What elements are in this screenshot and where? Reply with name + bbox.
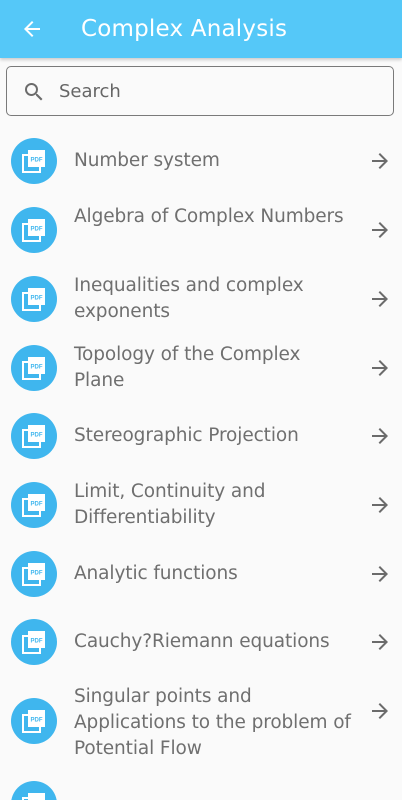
search-input[interactable]	[59, 75, 379, 107]
list-item[interactable]: PDF Algebra of Complex Numbers	[0, 195, 402, 264]
page-title: Complex Analysis	[81, 16, 288, 42]
pdf-file-icon: PDF	[11, 276, 57, 322]
arrow-left-icon	[24, 21, 40, 37]
arrow-right-icon	[372, 497, 388, 513]
arrow-right-icon	[372, 291, 388, 307]
list-item[interactable]: PDF Inequalities and complex exponents	[0, 264, 402, 333]
svg-text:PDF: PDF	[31, 718, 43, 724]
pdf-file-icon: PDF	[11, 482, 57, 528]
list-item-label: Topology of the Complex Plane	[74, 344, 301, 391]
arrow-right-icon	[372, 566, 388, 582]
list-item-label: Limit, Continuity and Differentiability	[74, 481, 266, 528]
arrow-right-icon	[372, 222, 388, 238]
list-item[interactable]: PDF Number system	[0, 127, 402, 195]
svg-text:PDF: PDF	[31, 158, 43, 164]
arrow-right-icon	[372, 703, 388, 719]
pdf-file-icon: PDF	[11, 345, 57, 391]
arrow-right-icon	[372, 428, 388, 444]
svg-text:PDF: PDF	[31, 296, 43, 302]
back-button[interactable]	[14, 11, 50, 47]
svg-text:PDF: PDF	[31, 365, 43, 371]
arrow-right-icon	[372, 360, 388, 376]
svg-text:PDF: PDF	[31, 433, 43, 439]
list-item-label: Algebra of Complex Numbers	[74, 206, 344, 227]
list-item-label: Cauchy?Riemann equations	[74, 631, 330, 652]
list-item-label: Singular points and Applications to the …	[74, 686, 351, 759]
pdf-file-icon: PDF	[11, 413, 57, 459]
list-item-label: Stereographic Projection	[74, 425, 299, 446]
pdf-file-icon: PDF	[11, 138, 57, 184]
arrow-right-icon	[372, 153, 388, 169]
app-bar: Complex Analysis	[0, 0, 402, 58]
pdf-file-icon: PDF	[11, 781, 57, 800]
list-item[interactable]: PDF Stereographic Projection	[0, 402, 402, 470]
list-item[interactable]: PDF Topology of the Complex Plane	[0, 333, 402, 402]
list-item[interactable]: PDF Cauchy?Riemann equations	[0, 608, 402, 676]
list-item[interactable]: PDF Singular points and Applications to …	[0, 676, 402, 772]
pdf-file-icon: PDF	[11, 698, 57, 744]
list-item[interactable]: PDF Limit, Continuity and Differentiabil…	[0, 470, 402, 540]
search-box[interactable]	[6, 66, 394, 116]
list-item[interactable]: PDF	[0, 772, 402, 800]
list-item[interactable]: PDF Analytic functions	[0, 540, 402, 608]
pdf-file-icon: PDF	[11, 207, 57, 253]
pdf-file-icon: PDF	[11, 619, 57, 665]
svg-text:PDF: PDF	[31, 502, 43, 508]
list-item-label: Analytic functions	[74, 563, 238, 584]
svg-text:PDF: PDF	[31, 639, 43, 645]
svg-text:PDF: PDF	[31, 227, 43, 233]
pdf-file-icon: PDF	[11, 551, 57, 597]
search-icon	[25, 83, 43, 101]
list-item-label: Inequalities and complex exponents	[74, 275, 304, 322]
list-item-label: Number system	[74, 150, 220, 171]
svg-text:PDF: PDF	[31, 571, 43, 577]
arrow-right-icon	[372, 634, 388, 650]
